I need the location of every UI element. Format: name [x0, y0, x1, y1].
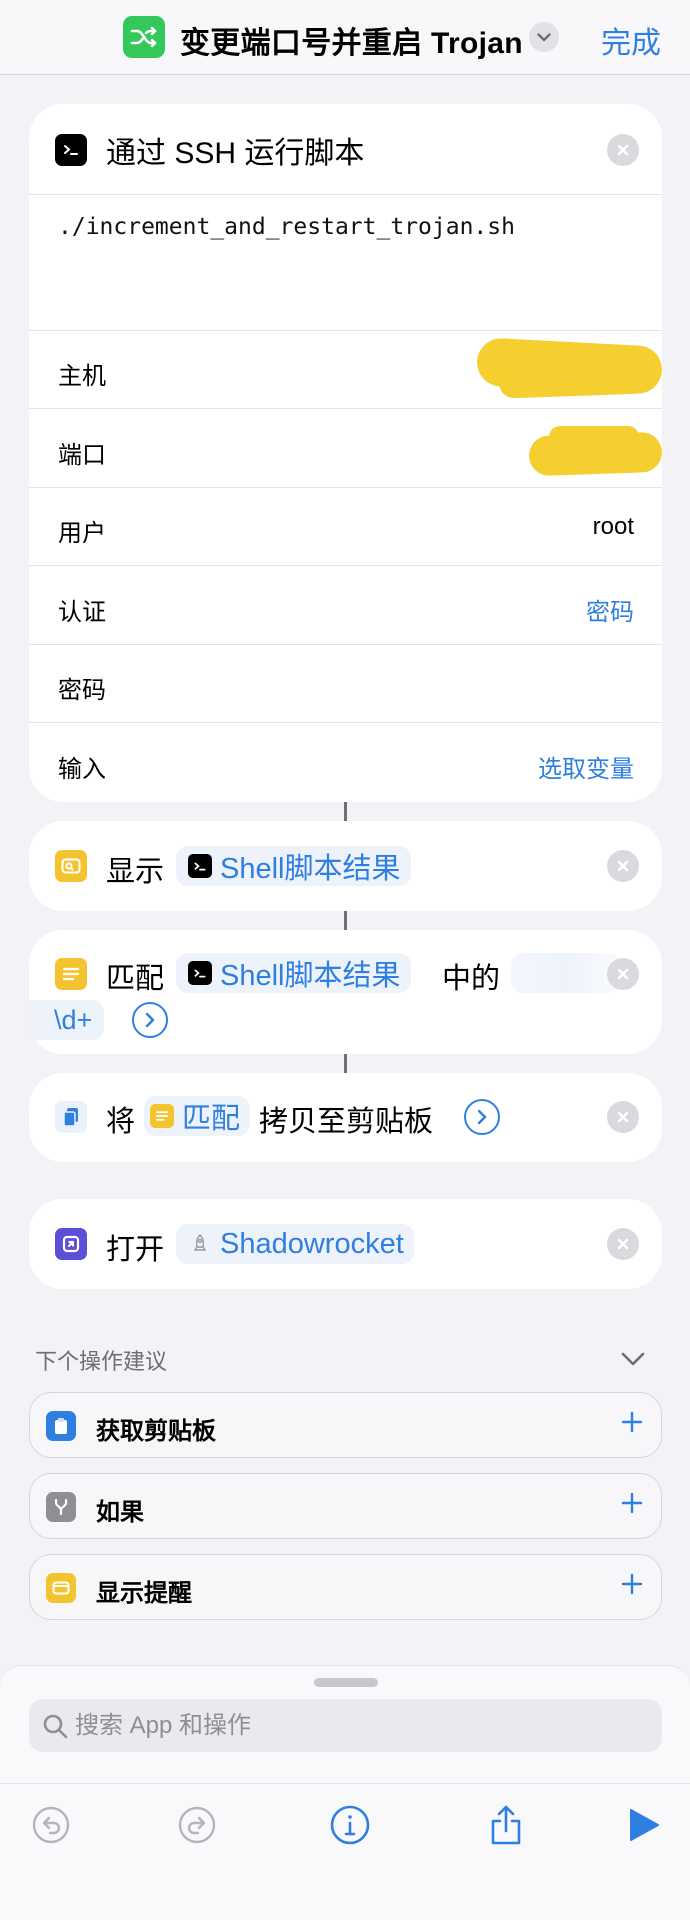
script-input[interactable]: ./increment_and_restart_trojan.sh: [58, 214, 515, 240]
port-label: 端口: [58, 442, 106, 469]
auth-label: 认证: [58, 599, 106, 626]
expand-options-button[interactable]: [132, 1002, 168, 1038]
remove-action-button[interactable]: [607, 1101, 639, 1133]
suggestion-if[interactable]: 如果: [29, 1473, 662, 1539]
copy-icon: [55, 1101, 87, 1133]
match-text-card[interactable]: 匹配 Shell脚本结果 中的 \d+: [29, 930, 662, 1054]
alert-icon: [46, 1573, 76, 1603]
rocket-icon: [188, 1232, 212, 1256]
remove-action-button[interactable]: [607, 958, 639, 990]
match-middle-label: 中的: [442, 963, 501, 995]
divider: [29, 330, 662, 331]
open-app-icon: [55, 1228, 87, 1260]
user-value[interactable]: root: [593, 513, 634, 541]
regex-field-start[interactable]: [511, 953, 621, 993]
app-name: Shadowrocket: [220, 1227, 404, 1260]
info-icon[interactable]: [328, 1803, 372, 1847]
expand-options-button[interactable]: [464, 1099, 500, 1135]
variable-label: Shell脚本结果: [220, 853, 401, 885]
search-bar[interactable]: [29, 1699, 662, 1752]
suggestion-show-alert[interactable]: 显示提醒: [29, 1554, 662, 1620]
divider: [29, 408, 662, 409]
password-field[interactable]: [229, 649, 634, 719]
match-variable[interactable]: 匹配: [144, 1096, 251, 1136]
terminal-icon: [188, 961, 212, 985]
ssh-action-card[interactable]: 通过 SSH 运行脚本 ./increment_and_restart_troj…: [29, 104, 664, 802]
suggestions-heading: 下个操作建议: [35, 1349, 168, 1374]
action-title: 通过 SSH 运行脚本: [106, 137, 365, 170]
divider: [29, 487, 662, 488]
action-search-sheet: [0, 1665, 690, 1920]
match-text-icon: [55, 958, 87, 990]
add-icon[interactable]: [621, 1411, 643, 1433]
chevron-down-icon[interactable]: [529, 22, 559, 52]
regex-pattern-field[interactable]: \d+: [29, 1000, 105, 1040]
branch-icon: [46, 1492, 76, 1522]
password-label: 密码: [58, 677, 106, 704]
redo-icon[interactable]: [175, 1803, 219, 1847]
suggestion-label: 显示提醒: [96, 1580, 192, 1607]
share-icon[interactable]: [484, 1803, 528, 1847]
flow-connector: [344, 1054, 347, 1073]
action-label-suffix: 拷贝至剪贴板: [259, 1106, 434, 1138]
action-label: 将: [106, 1106, 136, 1138]
action-label: 匹配: [106, 963, 165, 995]
variable-label: Shell脚本结果: [220, 960, 401, 992]
suggestion-label: 获取剪贴板: [96, 1418, 216, 1445]
undo-icon[interactable]: [29, 1803, 73, 1847]
terminal-icon: [188, 854, 212, 878]
divider: [29, 194, 662, 195]
user-label: 用户: [58, 520, 106, 547]
shortcut-title[interactable]: 变更端口号并重启 Trojan: [180, 18, 523, 62]
variable-label: 匹配: [182, 1103, 241, 1135]
add-icon[interactable]: [621, 1492, 643, 1514]
show-result-card[interactable]: 显示 Shell脚本结果: [29, 821, 662, 911]
search-input[interactable]: [75, 1699, 635, 1752]
action-label: 显示: [106, 856, 165, 888]
suggestion-get-clipboard[interactable]: 获取剪贴板: [29, 1392, 662, 1458]
sheet-grabber[interactable]: [314, 1678, 378, 1687]
nav-bar: 变更端口号并重启 Trojan 完成: [0, 0, 690, 75]
remove-action-button[interactable]: [607, 850, 639, 882]
divider: [29, 565, 662, 566]
play-icon[interactable]: [622, 1803, 666, 1847]
divider: [0, 1783, 690, 1784]
divider: [29, 644, 662, 645]
open-app-card[interactable]: 打开 Shadowrocket: [29, 1199, 662, 1289]
shell-result-variable[interactable]: Shell脚本结果: [176, 953, 411, 993]
input-label: 输入: [58, 756, 106, 783]
terminal-icon: [55, 134, 87, 166]
app-parameter[interactable]: Shadowrocket: [176, 1224, 414, 1264]
remove-action-button[interactable]: [607, 134, 639, 166]
select-variable-button[interactable]: 选取变量: [538, 749, 634, 784]
action-label: 打开: [106, 1234, 165, 1266]
search-icon: [43, 1714, 68, 1739]
shuffle-icon: [123, 16, 165, 58]
add-icon[interactable]: [621, 1573, 643, 1595]
flow-connector: [344, 802, 347, 821]
collapse-chevron-icon[interactable]: [620, 1350, 646, 1368]
divider: [29, 722, 662, 723]
host-label: 主机: [58, 363, 106, 390]
redaction-mark: [549, 426, 639, 448]
clipboard-icon: [46, 1411, 76, 1441]
copy-to-clipboard-card[interactable]: 将 匹配 拷贝至剪贴板: [29, 1073, 662, 1162]
show-result-icon: [55, 850, 87, 882]
flow-connector: [344, 911, 347, 930]
shell-result-variable[interactable]: Shell脚本结果: [176, 846, 411, 886]
match-text-icon: [150, 1104, 174, 1128]
done-button[interactable]: 完成: [601, 18, 661, 62]
redaction-mark: [498, 363, 650, 399]
auth-method-picker[interactable]: 密码: [586, 592, 634, 627]
suggestion-label: 如果: [96, 1499, 144, 1526]
remove-action-button[interactable]: [607, 1228, 639, 1260]
